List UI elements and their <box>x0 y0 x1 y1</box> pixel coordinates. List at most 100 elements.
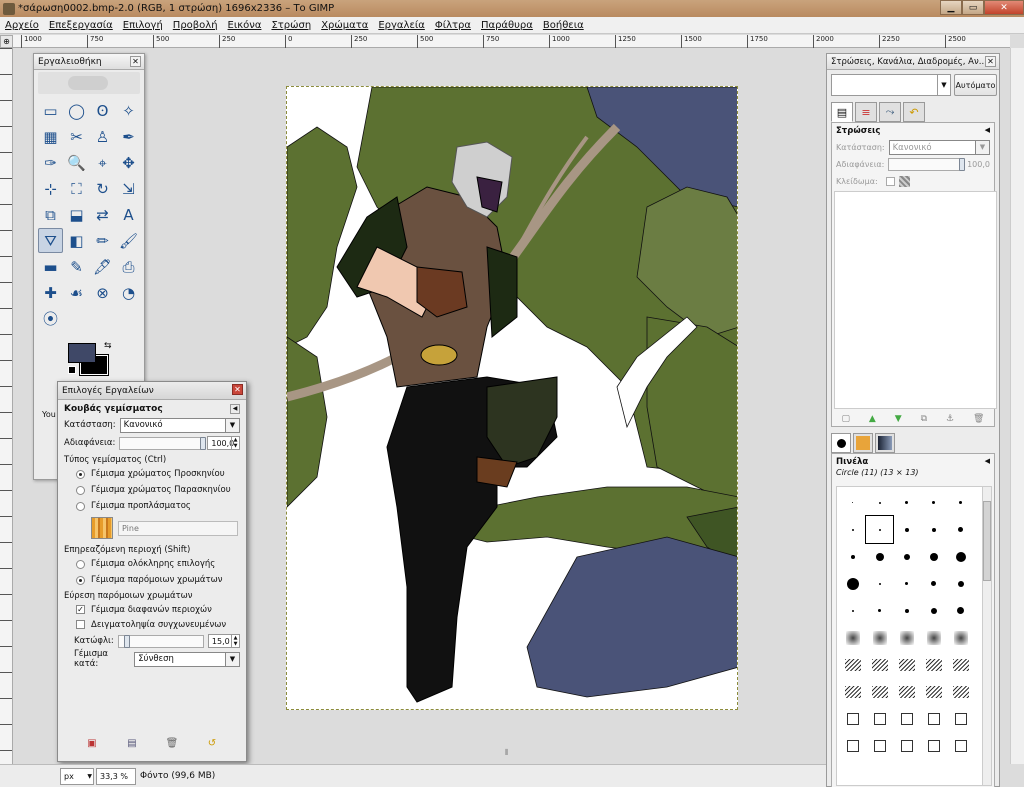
brush-item[interactable] <box>866 678 893 705</box>
delete-options-icon[interactable]: 🗑 <box>166 737 179 749</box>
tool-heal-icon[interactable]: ✚ <box>38 280 63 305</box>
brush-item[interactable] <box>866 732 893 759</box>
tool-flip-icon[interactable]: ⇄ <box>90 202 115 227</box>
fill-whole-selection-radio[interactable]: Γέμισμα ολόκληρης επιλογής <box>58 556 246 572</box>
lock-alpha-icon[interactable] <box>898 176 910 187</box>
minimize-button[interactable]: ▁ <box>940 0 962 15</box>
brush-item[interactable] <box>920 678 947 705</box>
brush-item[interactable] <box>839 732 866 759</box>
tab-gradients[interactable] <box>875 433 895 453</box>
auto-button[interactable]: Αυτόματο <box>954 74 997 96</box>
configure-tab-icon[interactable]: ◀ <box>230 404 240 414</box>
brush-item[interactable] <box>893 489 920 516</box>
mode-select[interactable]: Κανονικό ▼ <box>119 417 240 433</box>
brush-item[interactable] <box>920 516 947 543</box>
brush-item[interactable] <box>866 543 893 570</box>
brush-scrollbar[interactable] <box>982 486 992 786</box>
layer-opacity-slider[interactable] <box>888 158 966 171</box>
brush-item[interactable] <box>839 624 866 651</box>
menu-help[interactable]: Βοήθεια <box>538 20 589 31</box>
menu-colors[interactable]: Χρώματα <box>316 20 373 31</box>
brush-item[interactable] <box>839 516 866 543</box>
dock-title-bar[interactable]: Στρώσεις, Κανάλια, Διαδρομές, Αν... ✕ <box>827 54 999 70</box>
tool-blend-icon[interactable]: ◧ <box>64 228 89 253</box>
brush-item[interactable] <box>893 570 920 597</box>
menu-edit[interactable]: Επεξεργασία <box>44 20 118 31</box>
toolbox-title-bar[interactable]: Εργαλειοθήκη ✕ <box>34 54 144 70</box>
brush-item[interactable] <box>839 570 866 597</box>
threshold-spinner[interactable]: 15,0 ▲ ▼ <box>207 634 240 648</box>
brush-item[interactable] <box>866 624 893 651</box>
toolbox-close-icon[interactable]: ✕ <box>130 56 141 67</box>
threshold-slider[interactable] <box>117 634 204 648</box>
layers-list[interactable] <box>834 191 997 409</box>
menu-filters[interactable]: Φίλτρα <box>430 20 476 31</box>
tab-paths[interactable]: ⤳ <box>879 102 901 122</box>
brush-item[interactable] <box>947 651 974 678</box>
tool-dodge-burn-icon[interactable]: ⊗ <box>90 280 115 305</box>
brush-item[interactable] <box>866 651 893 678</box>
fill-transparent-checkbox[interactable]: ✓ Γέμισμα διαφανών περιοχών <box>58 602 246 617</box>
brush-item[interactable] <box>865 515 894 544</box>
tool-ellipse-select-icon[interactable]: ◯ <box>64 98 89 123</box>
brush-item[interactable] <box>866 489 893 516</box>
tool-zoom-icon[interactable]: 🔍 <box>64 150 89 175</box>
fill-type-fg-radio[interactable]: Γέμισμα χρώματος Προσκηνίου <box>58 466 246 482</box>
vertical-ruler[interactable] <box>0 48 13 764</box>
opacity-slider[interactable] <box>119 436 207 450</box>
tool-pencil-icon[interactable]: ✏ <box>90 228 115 253</box>
tool-options-title-bar[interactable]: Επιλογές Εργαλείων ✕ <box>58 382 246 400</box>
brush-item[interactable] <box>920 597 947 624</box>
tool-measure-icon[interactable]: ⌖ <box>90 150 115 175</box>
tool-text-icon[interactable]: A <box>116 202 141 227</box>
brush-item[interactable] <box>920 543 947 570</box>
brush-item[interactable] <box>839 651 866 678</box>
tab-brushes[interactable] <box>831 433 851 453</box>
image-select[interactable]: ▼ <box>831 74 951 96</box>
tool-scissors-select-icon[interactable]: ✂ <box>64 124 89 149</box>
reset-options-icon[interactable]: ↺ <box>206 737 218 749</box>
reset-colors-icon[interactable] <box>68 366 76 374</box>
tool-smudge2-icon[interactable]: ◔ <box>116 280 141 305</box>
menu-select[interactable]: Επιλογή <box>118 20 168 31</box>
tool-smudge-icon[interactable]: ☙ <box>64 280 89 305</box>
brush-item[interactable] <box>947 678 974 705</box>
swap-colors-icon[interactable]: ⇆ <box>104 341 112 351</box>
tool-color-select-icon[interactable]: ▦ <box>38 124 63 149</box>
brush-item[interactable] <box>839 678 866 705</box>
image-canvas[interactable] <box>286 86 738 710</box>
tab-channels[interactable]: ≡ <box>855 102 877 122</box>
menu-view[interactable]: Προβολή <box>168 20 223 31</box>
fill-type-pattern-radio[interactable]: Γέμισμα προπλάσματος <box>58 498 246 514</box>
tab-layers[interactable]: ▤ <box>831 102 853 122</box>
canvas-vertical-scrollbar[interactable] <box>1010 48 1024 764</box>
brush-item[interactable] <box>947 732 974 759</box>
brush-item[interactable] <box>839 705 866 732</box>
menu-tools[interactable]: Εργαλεία <box>373 20 429 31</box>
anchor-layer-icon[interactable]: ⚓ <box>946 414 954 424</box>
menu-image[interactable]: Εικόνα <box>223 20 267 31</box>
brush-item[interactable] <box>893 624 920 651</box>
brush-item[interactable] <box>893 651 920 678</box>
tool-perspective-icon[interactable]: ⬓ <box>64 202 89 227</box>
brush-item[interactable] <box>839 597 866 624</box>
tab-patterns[interactable] <box>853 433 873 453</box>
brush-item[interactable] <box>947 489 974 516</box>
fill-type-bg-radio[interactable]: Γέμισμα χρώματος Παρασκηνίου <box>58 482 246 498</box>
brush-item[interactable] <box>947 624 974 651</box>
fill-by-select[interactable]: Σύνθεση ▼ <box>134 651 240 667</box>
maximize-button[interactable]: ▭ <box>962 0 984 15</box>
configure-tab-icon[interactable]: ◀ <box>985 126 990 136</box>
brush-item[interactable] <box>866 570 893 597</box>
tool-color-picker-icon[interactable]: ✑ <box>38 150 63 175</box>
dock-close-icon[interactable]: ✕ <box>985 56 996 67</box>
tool-crop-icon[interactable]: ⛶ <box>64 176 89 201</box>
brush-item[interactable] <box>947 570 974 597</box>
raise-layer-icon[interactable]: ▲ <box>869 414 876 424</box>
horizontal-ruler[interactable]: 1000 750 500 250 0 250 500 750 1000 1250 1500 1750 2… <box>13 35 1010 48</box>
tool-airbrush-icon[interactable]: ✎ <box>64 254 89 279</box>
wilber-drop-zone[interactable] <box>38 72 140 94</box>
brush-item[interactable] <box>947 516 974 543</box>
tool-clone-icon[interactable]: ⎙ <box>116 254 141 279</box>
zoom-select[interactable]: 33,3 % <box>96 767 136 785</box>
